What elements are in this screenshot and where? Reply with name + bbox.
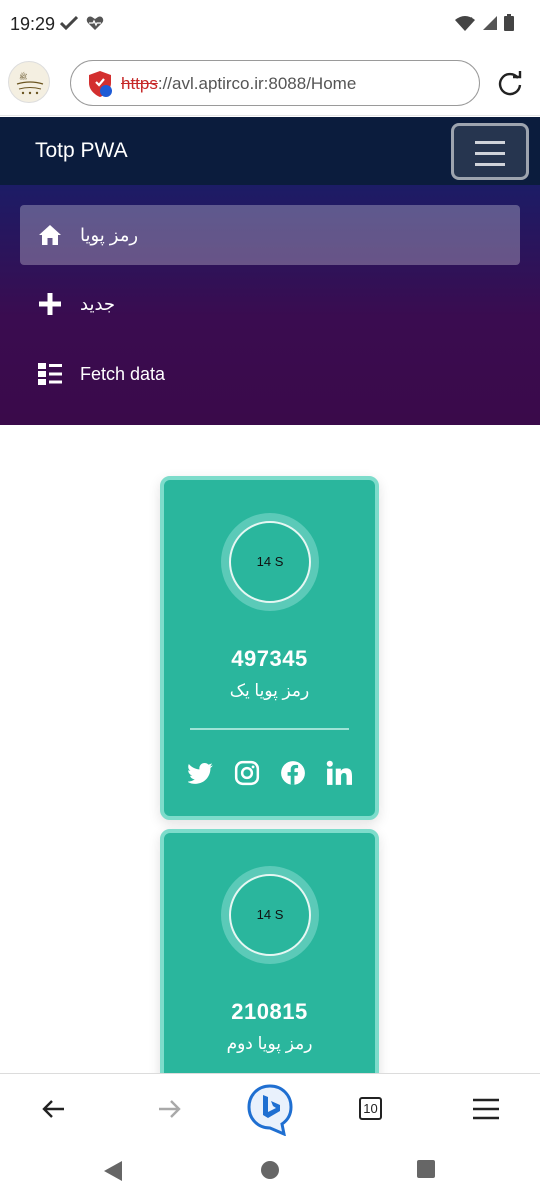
timer-text: 14 S bbox=[256, 554, 284, 569]
timer-text: 14 S bbox=[256, 907, 284, 922]
system-recents-icon[interactable] bbox=[416, 1159, 436, 1179]
url-text[interactable]: https://avl.aptirco.ir:8088/Home bbox=[121, 74, 356, 94]
nav-menu: رمز پویا جدید Fetch data bbox=[0, 185, 540, 425]
site-logo-icon[interactable]: ﷺ bbox=[8, 61, 50, 103]
totp-label: رمز پویا یک bbox=[229, 681, 310, 700]
bing-chat-icon[interactable] bbox=[247, 1084, 293, 1136]
social-links bbox=[188, 760, 352, 786]
totp-card: 14 S 497345 رمز پویا یک bbox=[160, 476, 379, 820]
url-host-path: ://avl.aptirco.ir:8088/Home bbox=[157, 74, 357, 93]
nav-item-new[interactable]: جدید bbox=[20, 274, 520, 334]
nav-item-label: جدید bbox=[80, 294, 116, 314]
status-bar: 19:29 x bbox=[0, 0, 540, 50]
hamburger-icon bbox=[475, 141, 505, 144]
countdown-timer: 14 S bbox=[221, 866, 319, 964]
system-home-icon[interactable] bbox=[259, 1159, 281, 1181]
svg-text:ﷺ: ﷺ bbox=[19, 71, 27, 81]
nav-item-fetch-data[interactable]: Fetch data bbox=[20, 344, 520, 404]
list-icon bbox=[38, 363, 62, 385]
linkedin-icon[interactable] bbox=[326, 760, 352, 786]
totp-code: 497345 bbox=[231, 646, 308, 671]
nav-item-label: Fetch data bbox=[80, 364, 166, 384]
facebook-icon[interactable] bbox=[280, 760, 306, 786]
status-time: 19:29 bbox=[10, 14, 56, 34]
heart-pulse-icon bbox=[86, 16, 104, 30]
check-icon bbox=[60, 15, 78, 31]
app-title[interactable]: Totp PWA bbox=[35, 139, 128, 163]
browser-bottom-bar: 10 bbox=[0, 1073, 540, 1145]
url-field[interactable]: https://avl.aptirco.ir:8088/Home bbox=[70, 60, 480, 106]
reload-icon[interactable] bbox=[496, 70, 524, 98]
countdown-timer: 14 S bbox=[221, 513, 319, 611]
totp-label: رمز پویا دوم bbox=[226, 1034, 313, 1053]
security-warning-shield-icon[interactable] bbox=[87, 70, 113, 98]
home-icon bbox=[39, 225, 61, 245]
battery-icon bbox=[504, 14, 514, 31]
wifi-icon: x bbox=[455, 15, 475, 31]
svg-text:x: x bbox=[469, 16, 473, 23]
signal-icon bbox=[483, 15, 497, 30]
url-scheme: https bbox=[121, 74, 158, 93]
twitter-icon[interactable] bbox=[188, 760, 214, 786]
forward-arrow-icon[interactable] bbox=[151, 1091, 187, 1127]
totp-code: 210815 bbox=[231, 999, 308, 1024]
card-divider bbox=[190, 728, 349, 730]
system-navigation-bar bbox=[0, 1145, 540, 1200]
browser-toolbar: ﷺ https://avl.aptirco.ir:8088/Home bbox=[0, 50, 540, 116]
totp-card: 14 S 210815 رمز پویا دوم bbox=[160, 829, 379, 1089]
instagram-icon[interactable] bbox=[234, 760, 260, 786]
menu-icon[interactable] bbox=[468, 1091, 504, 1127]
tabs-count-button[interactable]: 10 bbox=[359, 1097, 382, 1120]
nav-item-dynamic-password[interactable]: رمز پویا bbox=[20, 205, 520, 265]
nav-item-label: رمز پویا bbox=[80, 225, 139, 245]
plus-icon bbox=[39, 293, 61, 315]
back-arrow-icon[interactable] bbox=[36, 1091, 72, 1127]
system-back-icon[interactable] bbox=[102, 1159, 124, 1183]
menu-toggle-button[interactable] bbox=[451, 123, 529, 180]
